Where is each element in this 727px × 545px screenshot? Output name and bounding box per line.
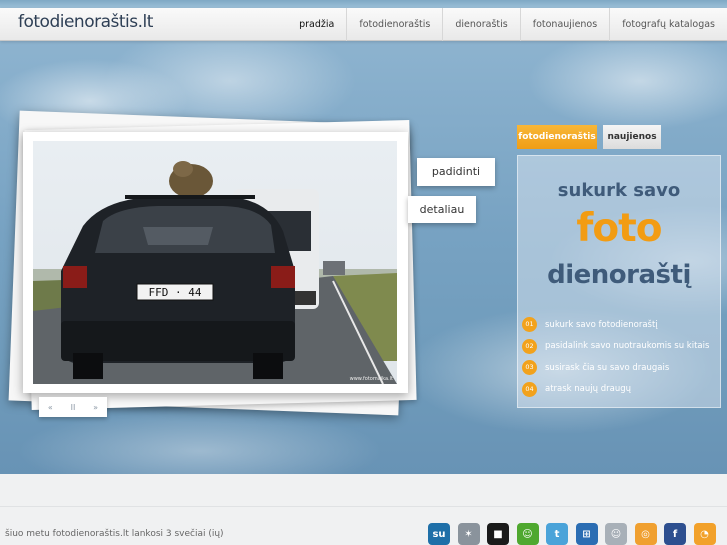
nav-item-photographers-catalog[interactable]: fotografų katalogas xyxy=(609,8,727,41)
license-plate-text: FFD · 44 xyxy=(149,286,202,299)
step-text: atrask naujų draugų xyxy=(545,384,632,395)
enlarge-button[interactable]: padidinti xyxy=(417,158,495,186)
step-text: pasidalink savo nuotraukomis su kitais xyxy=(545,341,710,352)
promo-headline-line1: sukurk savo xyxy=(557,180,681,201)
digg-icon[interactable]: ☺ xyxy=(605,523,627,545)
car-photo-image: FFD · 44 xyxy=(33,141,397,384)
site-header: fotodienoraštis.lt pradžia fotodienorašt… xyxy=(0,8,727,41)
tab-photo-diary[interactable]: fotodienoraštis xyxy=(517,125,597,149)
photo-frame: FFD · 44 www.fotomaika.lt xyxy=(23,132,408,393)
pause-icon[interactable]: II xyxy=(71,403,76,412)
details-button[interactable]: detaliau xyxy=(408,196,476,223)
facebook-icon[interactable]: f xyxy=(664,523,686,545)
promo-panel: sukurk savo foto dienoraštį 01 sukurk sa… xyxy=(517,155,721,408)
step-number-badge: 04 xyxy=(522,381,537,397)
step-item: 03 susirask čia su savo draugais xyxy=(522,357,718,379)
step-item: 02 pasidalink savo nuotraukomis su kitai… xyxy=(522,336,718,358)
site-logo[interactable]: fotodienoraštis.lt xyxy=(18,12,153,32)
next-icon[interactable]: » xyxy=(93,403,98,412)
nav-item-diary[interactable]: dienoraštis xyxy=(442,8,519,41)
rss-icon[interactable]: ◔ xyxy=(693,523,716,545)
step-text: susirask čia su savo draugais xyxy=(545,362,670,373)
social-share-bar: su ✶ ■ ☺ t ⊞ ☺ ◎ f ◔ xyxy=(428,523,723,545)
step-number-badge: 01 xyxy=(522,317,537,333)
nav-item-photo-diary[interactable]: fotodienoraštis xyxy=(346,8,442,41)
nav-item-photo-news[interactable]: fotonaujienos xyxy=(519,8,609,41)
chat-icon[interactable]: ☺ xyxy=(516,523,539,545)
photo-credit: www.fotomaika.lt xyxy=(349,376,393,382)
slideshow-photo[interactable]: FFD · 44 www.fotomaika.lt xyxy=(33,141,397,384)
windows-live-icon[interactable]: ⊞ xyxy=(575,523,598,545)
delicious-icon[interactable]: ■ xyxy=(487,523,509,545)
top-strip xyxy=(0,0,727,8)
footer-divider xyxy=(0,506,727,507)
steps-list: 01 sukurk savo fotodienoraštį 02 pasidal… xyxy=(522,314,718,400)
twitter-icon[interactable]: t xyxy=(546,523,568,545)
step-text: sukurk savo fotodienoraštį xyxy=(545,319,658,330)
previous-icon[interactable]: « xyxy=(48,403,53,412)
hero-banner: FFD · 44 www.fotomaika.lt padidinti deta… xyxy=(0,41,727,474)
stumbleupon-icon[interactable]: su xyxy=(428,523,450,545)
step-number-badge: 03 xyxy=(522,360,537,376)
step-number-badge: 02 xyxy=(522,338,537,354)
nav-item-home[interactable]: pradžia xyxy=(287,8,346,41)
slideshow-controls: « II » xyxy=(39,397,107,417)
myspace-icon[interactable]: ✶ xyxy=(457,523,480,545)
visitor-status: šiuo metu fotodienoraštis.lt lankosi 3 s… xyxy=(5,529,224,539)
promo-headline-line2: foto xyxy=(576,206,662,251)
reddit-icon[interactable]: ◎ xyxy=(634,523,657,545)
step-item: 04 atrask naujų draugų xyxy=(522,379,718,401)
main-nav: pradžia fotodienoraštis dienoraštis foto… xyxy=(287,8,727,41)
tab-news[interactable]: naujienos xyxy=(603,125,661,149)
promo-headline-line3: dienoraštį xyxy=(547,260,691,290)
step-item: 01 sukurk savo fotodienoraštį xyxy=(522,314,718,336)
